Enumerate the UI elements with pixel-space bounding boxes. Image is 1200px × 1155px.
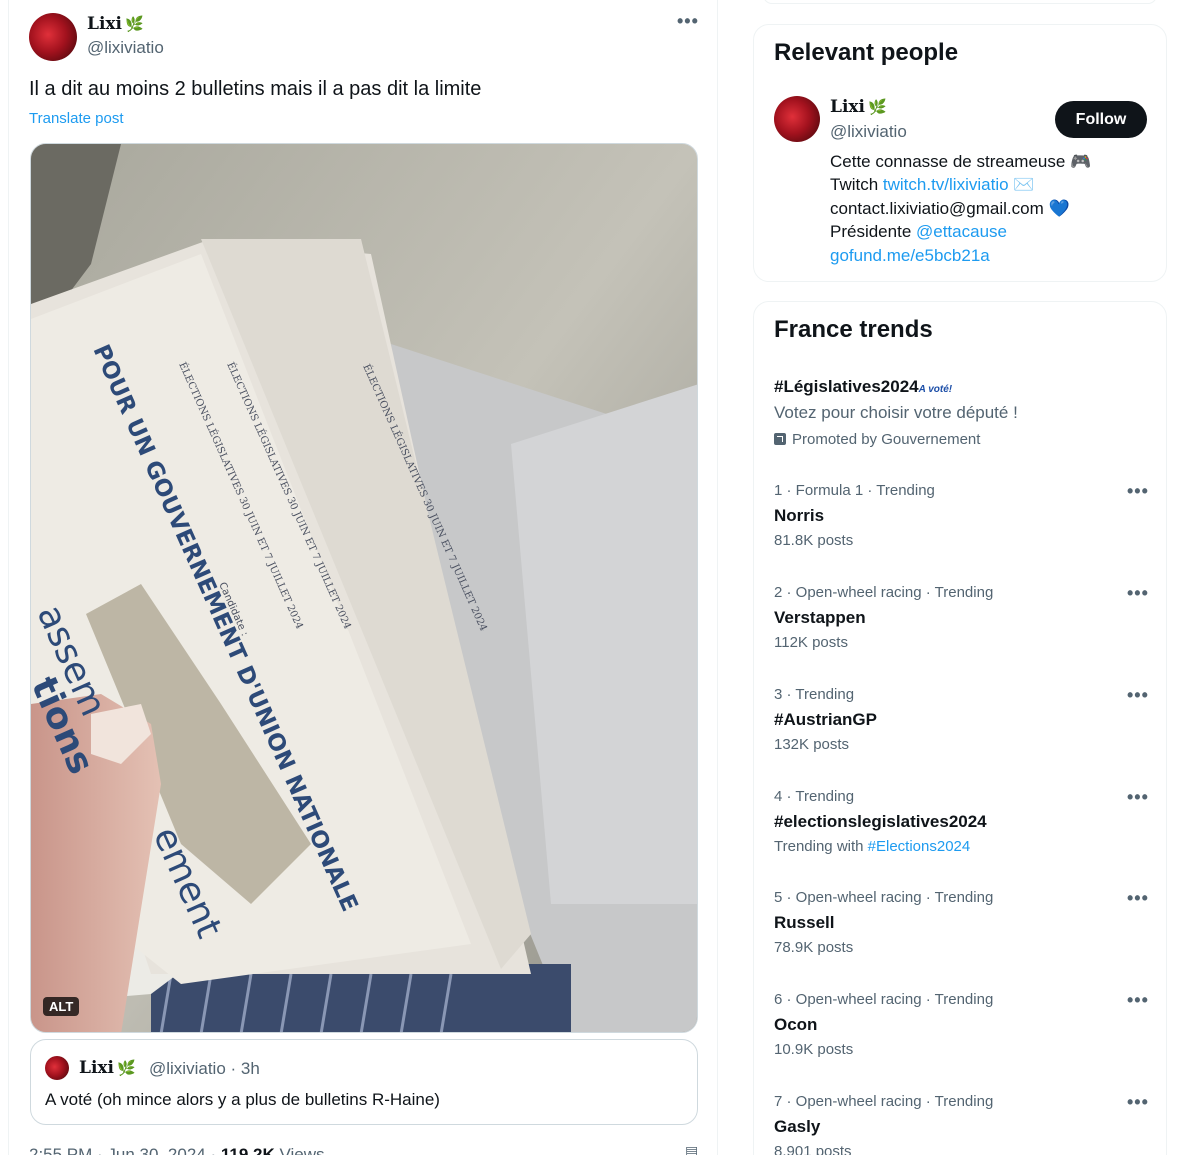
relevant-people-card: Relevant people Lixi 🌿 @lixiviatio Follow…	[753, 24, 1167, 282]
more-options-icon[interactable]: •••	[1127, 991, 1149, 1009]
quote-author-handle: @lixiviatio · 3h	[149, 1059, 260, 1078]
trend-meta: 2 · Open-wheel racing · Trending	[774, 584, 994, 601]
trend-name: #electionslegislatives2024	[774, 812, 987, 831]
promoted-trend-text: #Législatives2024	[774, 377, 919, 396]
relevant-people-title: Relevant people	[774, 39, 959, 66]
trending-with-label: Trending with	[774, 838, 868, 855]
bio-email: contact.lixiviatio@gmail.com	[830, 198, 1049, 218]
bio-text: Présidente	[830, 222, 916, 242]
trend-meta: 4 · Trending	[774, 788, 855, 805]
trend-post-count: 78.9K posts	[774, 939, 854, 956]
more-options-icon[interactable]: •••	[1127, 482, 1149, 500]
person-avatar[interactable]	[774, 96, 820, 142]
bio-line: contact.lixiviatio@gmail.com 💙	[830, 197, 1091, 220]
trend-name: Verstappen	[774, 608, 866, 627]
alt-badge[interactable]: ALT	[43, 997, 80, 1016]
trend-post-count: 81.8K posts	[774, 532, 854, 549]
quote-author-name-text: Lixi	[79, 1058, 115, 1078]
more-options-icon[interactable]: •••	[1127, 1093, 1149, 1111]
trend-name: Norris	[774, 506, 825, 525]
promoted-by: Promoted by Gouvernement	[774, 431, 980, 448]
translate-post-link[interactable]: Translate post	[29, 110, 124, 127]
a-vote-badge: A voté!	[918, 384, 953, 395]
more-options-icon[interactable]: •••	[677, 12, 699, 30]
more-options-icon[interactable]: •••	[1127, 889, 1149, 907]
trend-post-count: 132K posts	[774, 736, 850, 753]
trend-post-count: 10.9K posts	[774, 1041, 854, 1058]
trends-card: France trends #Législatives2024A voté! V…	[753, 301, 1167, 1155]
trend-meta: 1 · Formula 1 · Trending	[774, 482, 935, 499]
trend-name: Gasly	[774, 1117, 821, 1136]
person-name[interactable]: Lixi 🌿	[830, 97, 887, 117]
follow-button[interactable]: Follow	[1055, 101, 1147, 138]
views-count: 119.2K	[220, 1145, 275, 1155]
author-name-text: Lixi	[87, 14, 123, 34]
trend-post-count: 112K posts	[774, 634, 848, 651]
promoted-by-text: Promoted by Gouvernement	[792, 431, 981, 448]
trend-meta: 7 · Open-wheel racing · Trending	[774, 1093, 994, 1110]
photo-svg: POUR UN GOUVERNEMENT D'UNION NATIONALE É…	[31, 144, 697, 1032]
author-handle[interactable]: @lixiviatio	[87, 38, 164, 58]
analytics-icon[interactable]: ▤	[685, 1143, 698, 1155]
bio-text: Twitch	[830, 175, 883, 195]
author-avatar[interactable]	[29, 13, 77, 61]
bio-line: Twitch twitch.tv/lixiviatio ✉️	[830, 173, 1091, 196]
author-name[interactable]: Lixi 🌿	[87, 14, 144, 34]
trend-name: Ocon	[774, 1015, 818, 1034]
quote-avatar	[45, 1056, 69, 1080]
views-label: Views	[274, 1145, 325, 1155]
tweet-text: Il a dit au moins 2 bulletins mais il a …	[29, 78, 482, 100]
trend-meta: 5 · Open-wheel racing · Trending	[774, 889, 994, 906]
leaf-emoji: 🌿	[117, 1059, 136, 1077]
quoted-tweet[interactable]: Lixi 🌿 @lixiviatio · 3h A voté (oh mince …	[30, 1039, 698, 1125]
bio-line: Cette connasse de streameuse 🎮	[830, 152, 1092, 171]
trend-trending-with: Trending with #Elections2024	[774, 838, 970, 855]
bio-line: gofund.me/e5bcb21a	[830, 244, 1091, 267]
quote-text: A voté (oh mince alors y a plus de bulle…	[45, 1090, 440, 1109]
trend-meta: 6 · Open-wheel racing · Trending	[774, 991, 994, 1008]
trend-name: #AustrianGP	[774, 710, 877, 729]
leaf-emoji: 🌿	[125, 15, 144, 33]
person-handle[interactable]: @lixiviatio	[830, 122, 907, 142]
blue-heart-icon: 💙	[1048, 198, 1070, 218]
search-box-edge	[763, 0, 1157, 4]
more-options-icon[interactable]: •••	[1127, 584, 1149, 602]
tweet-timestamp[interactable]: 2:55 PM · Jun 30, 2024 ·	[29, 1145, 221, 1155]
trends-title: France trends	[774, 316, 933, 343]
trend-meta: 3 · Trending	[774, 686, 855, 703]
trend-post-count: 8,901 posts	[774, 1143, 852, 1155]
tweet-photo[interactable]: POUR UN GOUVERNEMENT D'UNION NATIONALE É…	[30, 143, 698, 1033]
trend-name: Russell	[774, 913, 835, 932]
person-name-text: Lixi	[830, 97, 866, 117]
mention-link[interactable]: @ettacause	[916, 222, 1007, 241]
quote-author-name: Lixi 🌿	[79, 1058, 136, 1078]
promoted-icon	[774, 433, 786, 445]
hashtag-link[interactable]: #Elections2024	[868, 838, 971, 855]
leaf-emoji: 🌿	[868, 98, 887, 116]
envelope-icon: ✉️	[1008, 175, 1035, 195]
person-bio: Cette connasse de streameuse 🎮 Twitch tw…	[830, 150, 1091, 267]
tweet-column: Lixi 🌿 @lixiviatio ••• Il a dit au moins …	[8, 0, 718, 1155]
gofund-link[interactable]: gofund.me/e5bcb21a	[830, 246, 990, 265]
tweet-meta: 2:55 PM · Jun 30, 2024 · 119.2K Views	[29, 1145, 325, 1155]
more-options-icon[interactable]: •••	[1127, 686, 1149, 704]
promoted-trend-description: Votez pour choisir votre député !	[774, 403, 1018, 422]
bio-line: Présidente @ettacause	[830, 220, 1091, 243]
more-options-icon[interactable]: •••	[1127, 788, 1149, 806]
twitch-link[interactable]: twitch.tv/lixiviatio	[883, 175, 1009, 194]
promoted-trend-name[interactable]: #Législatives2024A voté!	[774, 377, 952, 397]
